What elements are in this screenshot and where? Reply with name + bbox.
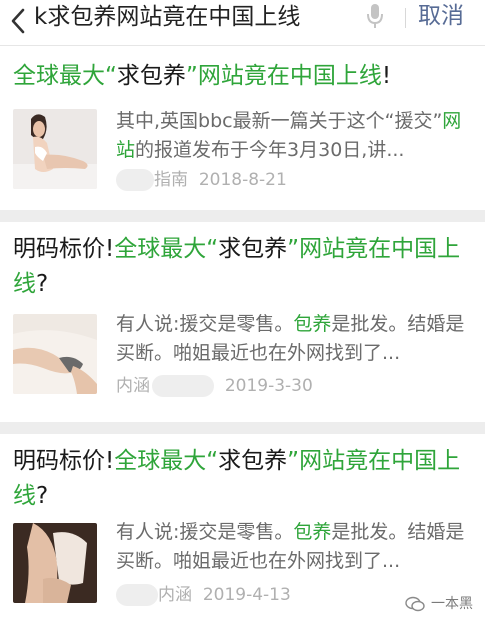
blurred-source: [116, 169, 154, 191]
search-result-2[interactable]: 明码标价!全球最大“求包养”网站竟在中国上线? 有人说:援交是零售。包养是批发。…: [0, 222, 485, 422]
result-thumbnail: [13, 523, 97, 603]
snippet-part: 包养: [293, 313, 332, 335]
result-date: 2019-3-30: [224, 376, 313, 396]
result-title[interactable]: 明码标价!全球最大“求包养”网站竟在中国上线?: [13, 444, 473, 514]
result-thumbnail: [13, 109, 97, 189]
title-part: 求包养: [218, 236, 288, 262]
title-part: 全球最大“: [13, 63, 117, 89]
result-source: 指南: [154, 170, 188, 190]
search-bar: k求包养网站竟在中国上线 取消: [0, 0, 485, 46]
title-part: 明码标价!: [13, 448, 115, 474]
result-snippet: 有人说:援交是零售。包养是批发。结婚是买断。啪姐最近也在外网找到了...: [116, 310, 476, 368]
result-divider: [0, 210, 485, 222]
result-thumbnail: [13, 314, 97, 394]
search-result-1[interactable]: 全球最大“求包养”网站竟在中国上线! 其中,英国bbc最新一篇关于这个“援交”网…: [0, 47, 485, 210]
microphone-icon[interactable]: [365, 1, 385, 31]
title-part: !: [381, 63, 392, 89]
search-divider: [405, 8, 406, 28]
result-divider: [0, 422, 485, 434]
snippet-part: 包养: [293, 521, 332, 543]
result-snippet: 有人说:援交是零售。包养是批发。结婚是买断。啪姐最近也在外网找到了...: [116, 518, 476, 576]
result-meta: 指南 2018-8-21: [116, 169, 287, 191]
watermark: 一本黑: [405, 594, 473, 614]
result-meta: 内涵 2019-4-13: [116, 584, 291, 606]
snippet-part: 其中,英国bbc最新一篇关于这个“援交”: [116, 110, 443, 132]
title-part: ”网站竟在中国上线: [185, 63, 382, 89]
result-title[interactable]: 明码标价!全球最大“求包养”网站竟在中国上线?: [13, 232, 473, 302]
title-part: 全球最大“: [114, 448, 219, 474]
result-source: 内涵: [116, 376, 150, 396]
title-part: 明码标价!: [13, 236, 115, 262]
result-meta: 内涵 2019-3-30: [116, 375, 313, 397]
result-title[interactable]: 全球最大“求包养”网站竟在中国上线!: [13, 59, 391, 94]
blurred-source: [116, 584, 158, 606]
snippet-part: 的报道发布于今年3月30日,讲...: [135, 139, 405, 161]
watermark-text: 一本黑: [431, 596, 473, 612]
back-icon[interactable]: [6, 6, 34, 36]
snippet-part: 有人说:援交是零售。: [116, 313, 294, 335]
cancel-button[interactable]: 取消: [418, 1, 464, 31]
title-part: 求包养: [218, 448, 288, 474]
snippet-part: 有人说:援交是零售。: [116, 521, 294, 543]
result-date: 2019-4-13: [202, 585, 291, 605]
result-snippet: 其中,英国bbc最新一篇关于这个“援交”网站的报道发布于今年3月30日,讲...: [116, 107, 476, 165]
result-date: 2018-8-21: [198, 170, 287, 190]
title-part: ?: [36, 271, 49, 297]
search-input[interactable]: k求包养网站竟在中国上线: [34, 2, 344, 32]
result-source: 内涵: [158, 585, 192, 605]
title-part: ?: [36, 483, 49, 509]
title-part: 全球最大“: [114, 236, 219, 262]
blurred-source: [152, 375, 214, 397]
title-part: 求包养: [116, 63, 186, 89]
wechat-icon: [405, 596, 425, 612]
